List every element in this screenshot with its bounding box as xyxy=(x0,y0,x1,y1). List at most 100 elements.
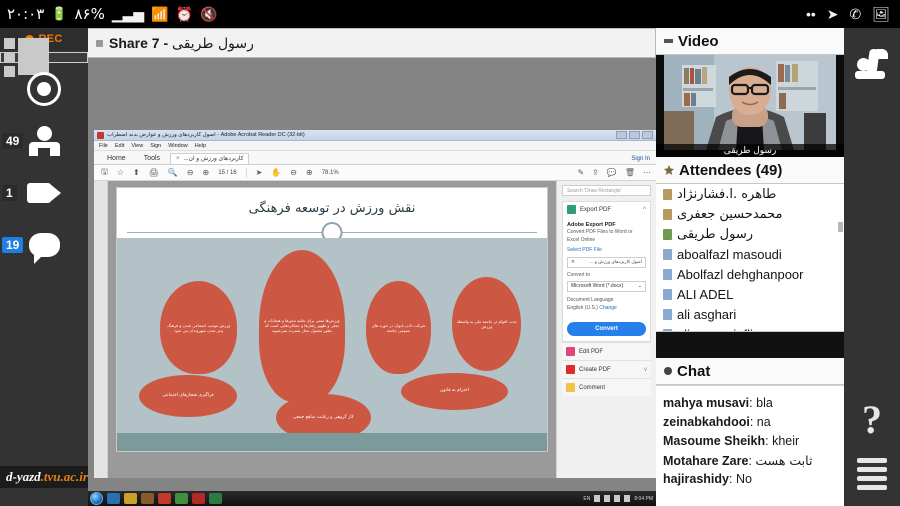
list-item[interactable]: ALI ADEL xyxy=(656,284,844,304)
question-mark-icon: ? xyxy=(862,396,882,442)
video-tile[interactable]: رسول طریقی xyxy=(656,55,844,157)
print-icon[interactable]: 🖨 xyxy=(149,168,159,177)
chevron-up-icon[interactable]: ^ xyxy=(643,207,646,213)
save-icon[interactable]: 🖫 xyxy=(101,166,108,180)
sign-in-link[interactable]: Sign In xyxy=(631,156,650,164)
maximize-button[interactable] xyxy=(629,131,640,139)
tray-network-icon[interactable] xyxy=(614,495,621,502)
tray-volume-icon[interactable] xyxy=(624,495,631,502)
video-panel-header[interactable]: Video xyxy=(656,28,844,55)
tab-home[interactable]: Home xyxy=(99,155,134,164)
tab-document[interactable]: کاربردهای ورزش و ان... × xyxy=(170,153,250,164)
chevron-down-icon[interactable]: v xyxy=(644,367,647,373)
chat-messages[interactable]: mahya musavi: bla zeinabkahdooi: na Maso… xyxy=(656,385,844,490)
export-pdf-header[interactable]: Export PDF ^ xyxy=(563,202,650,217)
start-button-icon[interactable] xyxy=(90,492,103,505)
hand-tool-icon[interactable]: ✋ xyxy=(271,168,281,177)
chevron-down-icon[interactable]: ⌄ xyxy=(638,283,642,291)
upload-cloud-icon[interactable]: ⬆ xyxy=(133,168,140,177)
menu-edit[interactable]: Edit xyxy=(115,143,124,149)
change-language-link[interactable]: Change xyxy=(599,305,617,311)
page-indicator[interactable]: 15 / 16 xyxy=(218,170,236,176)
navigation-pane[interactable] xyxy=(94,181,108,478)
list-item[interactable]: محمدحسین جعفری xyxy=(656,204,844,224)
zoom-in-icon[interactable]: ⊕ xyxy=(306,168,313,177)
list-item[interactable]: aboalfazl masoudi xyxy=(656,244,844,264)
record-button[interactable] xyxy=(0,63,88,115)
tray-security-icon[interactable] xyxy=(594,495,601,502)
select-pdf-file-label: Select PDF File xyxy=(567,247,602,254)
attendee-status-icon xyxy=(663,188,672,200)
list-item[interactable]: Abolfazl dehghanpoor xyxy=(656,264,844,284)
selected-file-field[interactable]: اصول کاربردهای ورزش و ... ✕ xyxy=(567,256,646,268)
list-item[interactable]: رسول طریقی xyxy=(656,224,844,244)
convert-to-select[interactable]: Microsoft Word (*.docx) ⌄ xyxy=(567,281,646,293)
attendees-button[interactable]: 49 xyxy=(0,115,88,167)
star-icon[interactable]: ☆ xyxy=(117,168,124,177)
menu-view[interactable]: View xyxy=(131,143,143,149)
convert-button[interactable]: Convert xyxy=(567,322,646,337)
window-controls[interactable] xyxy=(616,131,653,139)
tool-label: Edit PDF xyxy=(579,348,604,355)
taskbar-acrobat-icon[interactable] xyxy=(192,493,205,504)
list-item[interactable]: طاهره .ا.فشارنژاد xyxy=(656,184,844,204)
slide-diagram: ورزش موجب اجتماعی شدن و فرهنگ پذیر شدن ش… xyxy=(117,238,547,441)
raise-hand-button[interactable] xyxy=(844,28,900,100)
more-tools-icon[interactable]: ⋯ xyxy=(643,168,651,177)
menu-sign[interactable]: Sign xyxy=(150,143,161,149)
comment-icon[interactable]: 💬 xyxy=(607,168,617,177)
tray-flag-icon[interactable] xyxy=(604,495,611,502)
video-button[interactable]: 1 xyxy=(0,167,88,219)
taskbar-explorer-icon[interactable] xyxy=(124,493,137,504)
taskbar-media-icon[interactable] xyxy=(141,493,154,504)
slide-title: نقش ورزش در توسعه فرهنگی xyxy=(248,201,416,216)
attendees-scrollbar[interactable] xyxy=(838,222,843,232)
chat-panel-header[interactable]: Chat xyxy=(656,358,844,385)
battery-percent-text: ۸۶% xyxy=(74,5,105,23)
tool-edit-pdf[interactable]: Edit PDF xyxy=(562,342,651,361)
input-language-text[interactable]: EN xyxy=(583,496,590,502)
menu-window[interactable]: Window xyxy=(168,143,188,149)
share-icon[interactable]: ⇪ xyxy=(592,168,599,177)
zoom-out-icon[interactable]: ⊖ xyxy=(290,168,297,177)
chat-panel: Chat mahya musavi: bla zeinabkahdooi: na… xyxy=(656,358,844,506)
minimize-button[interactable] xyxy=(616,131,627,139)
share-header[interactable]: Share 7 - رسول طریقی xyxy=(88,28,656,58)
taskbar-app-green-icon[interactable] xyxy=(175,493,188,504)
help-button[interactable]: ? xyxy=(844,390,900,448)
menu-help[interactable]: Help xyxy=(195,143,206,149)
zoom-level-text[interactable]: 78.1% xyxy=(322,170,339,176)
taskbar-browser-icon[interactable] xyxy=(107,493,120,504)
clear-file-icon[interactable]: ✕ xyxy=(571,259,575,266)
attendees-list[interactable]: طاهره .ا.فشارنژاد محمدحسین جعفری رسول طر… xyxy=(656,184,844,332)
menu-file[interactable]: File xyxy=(99,143,108,149)
list-item[interactable]: ali asghari xyxy=(656,304,844,324)
previous-page-icon[interactable]: ⊖ xyxy=(187,168,194,177)
select-cursor-icon[interactable]: ➤ xyxy=(256,168,263,177)
search-icon[interactable]: 🔍 xyxy=(168,168,178,177)
telegram-icon: ➤ xyxy=(826,6,839,22)
next-page-icon[interactable]: ⊕ xyxy=(203,168,210,177)
attendees-panel-header[interactable]: Attendees (49) xyxy=(656,157,844,184)
delete-icon[interactable]: 🗑 xyxy=(625,168,635,177)
attendee-name: طاهره .ا.فشارنژاد xyxy=(677,186,777,202)
menu-button[interactable] xyxy=(844,448,900,500)
taskbar-excel-icon[interactable] xyxy=(209,493,222,504)
tab-tools[interactable]: Tools xyxy=(136,155,168,164)
attendee-name: ALI ADEL xyxy=(677,286,734,302)
taskbar-app-red-icon[interactable] xyxy=(158,493,171,504)
tool-comment[interactable]: Comment xyxy=(562,378,651,397)
highlight-icon[interactable]: ✎ xyxy=(577,168,584,177)
tool-create-pdf[interactable]: Create PDF v xyxy=(562,360,651,379)
search-tools-input[interactable]: Search 'Draw Rectangle' xyxy=(562,185,651,196)
list-item[interactable]: alireza najafli xyxy=(656,324,844,331)
layout-button[interactable] xyxy=(0,38,88,77)
acrobat-menu-bar[interactable]: File Edit View Sign Window Help xyxy=(94,141,656,151)
chat-button[interactable]: 19 xyxy=(0,219,88,271)
list-item: Masoume Sheikh: kheir xyxy=(663,434,800,448)
close-icon[interactable]: × xyxy=(176,156,180,162)
close-button[interactable] xyxy=(642,131,653,139)
export-pdf-title: Export PDF xyxy=(580,206,612,213)
taskbar-clock-text[interactable]: 8:04 PM xyxy=(634,496,653,502)
collapse-icon[interactable] xyxy=(664,39,673,43)
